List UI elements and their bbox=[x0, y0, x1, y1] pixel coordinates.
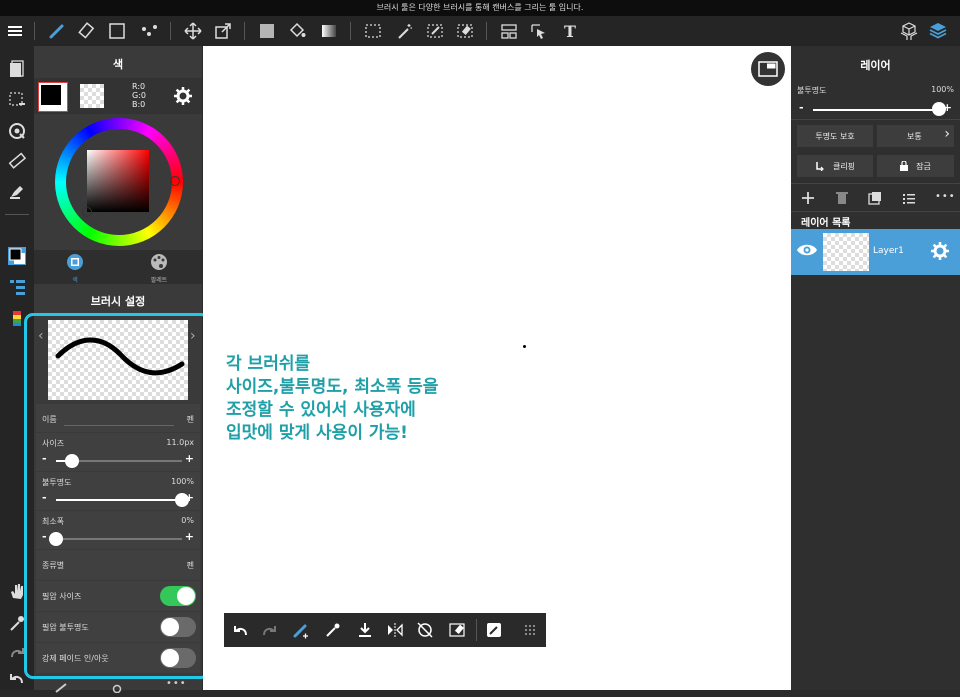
layer-list-title: 레이어 목록 bbox=[801, 218, 851, 229]
brush-panel-title: 브러시 설정 bbox=[90, 295, 146, 308]
layer-panel: 레이어 불투명도 100% - + 투명도 보호 보통 › 클리핑 잠금 •••… bbox=[791, 46, 960, 690]
brush-params-icon[interactable] bbox=[110, 678, 124, 697]
blend-chevron-icon: › bbox=[944, 126, 950, 142]
layer-thumbnail bbox=[823, 233, 869, 271]
text-icon[interactable]: T bbox=[559, 20, 581, 42]
select-pen-icon[interactable] bbox=[424, 20, 446, 42]
rgb-readout: R:0 G:0 B:0 bbox=[132, 82, 146, 109]
main-color-swatch[interactable] bbox=[38, 82, 68, 112]
saturation-square[interactable] bbox=[87, 150, 149, 212]
erase-selection-icon[interactable] bbox=[446, 619, 468, 641]
top-caption: 브러시 툴은 다양한 브러시를 통해 캔버스를 그리는 툴 입니다. bbox=[0, 0, 960, 16]
layer-opacity-slider-fill bbox=[813, 109, 939, 111]
top-toolbar: T bbox=[0, 16, 960, 46]
transform-icon[interactable] bbox=[212, 20, 234, 42]
fullscreen-icon[interactable] bbox=[751, 52, 785, 86]
shape-icon[interactable] bbox=[106, 20, 128, 42]
layout-icon[interactable] bbox=[498, 20, 520, 42]
lock-icon bbox=[900, 161, 909, 171]
annotation-text: 각 브러쉬를 사이즈,불투명도, 최소폭 등을 조정할 수 있어서 사용자에 입… bbox=[226, 354, 439, 443]
grid-dots-icon[interactable] bbox=[519, 619, 541, 641]
color-swatch-icon[interactable] bbox=[6, 245, 28, 267]
select-dots-icon[interactable] bbox=[138, 20, 160, 42]
move-icon[interactable] bbox=[182, 20, 204, 42]
layer-list-icon[interactable] bbox=[902, 190, 916, 209]
tab-color[interactable]: 색 bbox=[66, 253, 84, 284]
magic-wand-icon[interactable] bbox=[394, 20, 416, 42]
add-layer-icon[interactable] bbox=[801, 190, 815, 209]
color-settings-gear-icon[interactable] bbox=[174, 87, 192, 109]
hue-cursor[interactable] bbox=[170, 176, 180, 186]
rotate-reset-icon[interactable] bbox=[414, 619, 436, 641]
brush-settings-icon[interactable] bbox=[6, 276, 28, 298]
highlight-box bbox=[24, 313, 210, 679]
eyedropper-quick-icon[interactable] bbox=[322, 619, 344, 641]
blend-mode-button[interactable]: 보통 › bbox=[877, 125, 954, 147]
canvas-dot bbox=[523, 345, 526, 348]
selection-layer-icon[interactable] bbox=[6, 89, 28, 111]
layer-more-icon[interactable]: ••• bbox=[935, 191, 956, 202]
bottom-toolbar bbox=[224, 613, 546, 647]
sub-color-swatch[interactable] bbox=[80, 84, 104, 108]
eraser-icon[interactable] bbox=[76, 20, 98, 42]
fill-color-icon[interactable] bbox=[256, 20, 278, 42]
undo-button-icon[interactable] bbox=[229, 619, 251, 641]
palette-icon bbox=[151, 254, 167, 270]
sv-cursor[interactable] bbox=[82, 207, 92, 217]
clipping-button[interactable]: 클리핑 bbox=[797, 155, 873, 177]
gradient-icon[interactable] bbox=[318, 20, 340, 42]
layer-opacity-minus-button[interactable]: - bbox=[799, 101, 804, 114]
bucket-icon[interactable] bbox=[286, 20, 308, 42]
redo-button-icon[interactable] bbox=[259, 619, 281, 641]
color-panel-title: 색 bbox=[112, 58, 124, 71]
lock-button[interactable]: 잠금 bbox=[877, 155, 954, 177]
duplicate-layer-icon[interactable] bbox=[868, 190, 882, 209]
pages-icon[interactable] bbox=[6, 58, 28, 80]
snap-icon[interactable] bbox=[6, 120, 28, 142]
layer-settings-gear-icon[interactable] bbox=[931, 242, 949, 264]
brush-icon[interactable] bbox=[46, 20, 68, 42]
quick-brush-icon[interactable] bbox=[290, 619, 312, 641]
filter-pen-icon[interactable] bbox=[6, 180, 28, 202]
brush-tab-icon[interactable] bbox=[54, 678, 68, 697]
save-icon[interactable] bbox=[354, 619, 376, 641]
menu-icon[interactable] bbox=[4, 20, 26, 42]
layers-icon[interactable] bbox=[927, 20, 949, 42]
select-move-icon[interactable] bbox=[528, 20, 550, 42]
select-eraser-icon[interactable] bbox=[454, 20, 476, 42]
flip-icon[interactable] bbox=[384, 619, 406, 641]
protect-alpha-button[interactable]: 투명도 보호 bbox=[797, 125, 873, 147]
edit-icon[interactable] bbox=[483, 619, 505, 641]
more-icon[interactable]: ••• bbox=[166, 679, 187, 689]
layer-name: Layer1 bbox=[873, 246, 904, 256]
color-panel: 색 R:0 G:0 B:0 색 팔레트 bbox=[34, 46, 202, 284]
clipping-icon bbox=[816, 162, 824, 171]
visibility-eye-icon[interactable] bbox=[796, 242, 818, 262]
ruler-icon[interactable] bbox=[6, 150, 28, 172]
selection-icon[interactable] bbox=[362, 20, 384, 42]
layer-opacity-plus-button[interactable]: + bbox=[943, 101, 952, 114]
tab-palette[interactable]: 팔레트 bbox=[150, 253, 168, 284]
materials-icon[interactable] bbox=[898, 20, 920, 42]
delete-layer-icon[interactable] bbox=[836, 190, 848, 209]
layer-opacity-value: 100% bbox=[931, 85, 954, 94]
layer-panel-title: 레이어 bbox=[860, 59, 891, 72]
